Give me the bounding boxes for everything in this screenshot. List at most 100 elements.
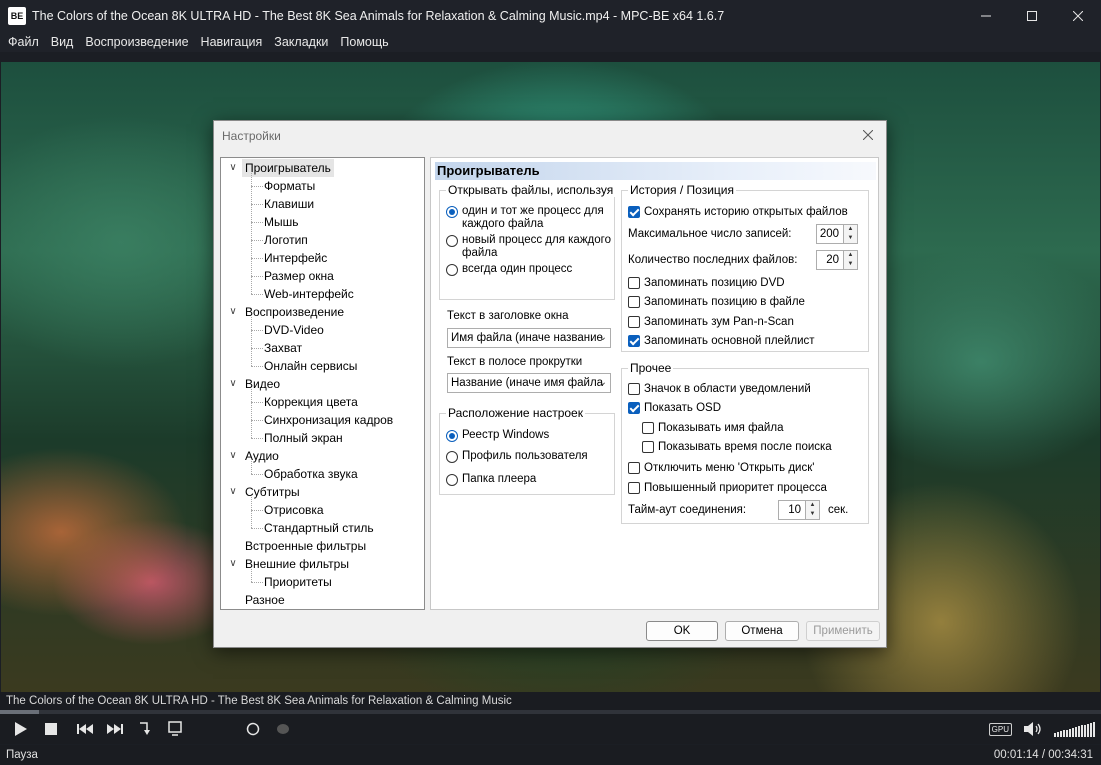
dialog-close-button[interactable]: [858, 125, 878, 145]
high-priority-checkbox[interactable]: Повышенный приоритет процесса: [628, 482, 827, 494]
remember-dvd-checkbox[interactable]: Запоминать позицию DVD: [628, 277, 785, 289]
chevron-down-icon[interactable]: ∨: [227, 159, 239, 177]
registry-radio[interactable]: Реестр Windows: [446, 429, 549, 442]
max-records-spinner[interactable]: 200 ▲ ▼: [816, 224, 858, 244]
tree-item[interactable]: Синхронизация кадров: [261, 411, 396, 429]
tree-item[interactable]: Воспроизведение: [242, 303, 347, 321]
settings-tree: Проигрыватель ∨ Форматы Клавиши Мышь Логотип И…: [220, 157, 425, 610]
open-subtitle-button[interactable]: [160, 716, 190, 742]
next-button[interactable]: [100, 716, 130, 742]
checkbox-label: Запоминать позицию DVD: [644, 277, 785, 289]
tree-item[interactable]: Видео: [242, 375, 283, 393]
menu-file[interactable]: Файл: [2, 35, 45, 49]
menu-help[interactable]: Помощь: [334, 35, 394, 49]
search-button[interactable]: [238, 716, 268, 742]
tree-item[interactable]: Форматы: [261, 177, 318, 195]
recent-files-spinner[interactable]: 20 ▲ ▼: [816, 250, 858, 270]
window-title-select[interactable]: Имя файла (иначе название ⌄: [447, 328, 611, 348]
minimize-button[interactable]: [963, 0, 1009, 32]
tray-icon-checkbox[interactable]: Значок в области уведомлений: [628, 383, 811, 395]
volume-slider[interactable]: [1054, 721, 1095, 737]
tree-item[interactable]: Web-интерфейс: [261, 285, 357, 303]
tree-item[interactable]: Логотип: [261, 231, 311, 249]
playing-filename: The Colors of the Ocean 8K ULTRA HD - Th…: [0, 692, 1101, 710]
volume-button[interactable]: [1018, 716, 1048, 742]
tree-item[interactable]: Размер окна: [261, 267, 337, 285]
chat-button[interactable]: [268, 716, 298, 742]
previous-button[interactable]: [70, 716, 100, 742]
spinner-arrows[interactable]: ▲ ▼: [844, 250, 858, 270]
chevron-up-icon: ▲: [847, 226, 854, 232]
tree-item[interactable]: Онлайн сервисы: [261, 357, 360, 375]
playback-status: Пауза: [6, 749, 38, 761]
seekbar-text-select[interactable]: Название (иначе имя файла ⌄: [447, 373, 611, 393]
tree-item[interactable]: Разное: [242, 591, 288, 609]
ok-button[interactable]: OK: [646, 621, 718, 641]
menu-navigation[interactable]: Навигация: [195, 35, 269, 49]
tree-item[interactable]: Встроенные фильтры: [242, 537, 369, 555]
always-one-process-radio[interactable]: всегда один процесс: [446, 263, 612, 276]
remember-file-position-checkbox[interactable]: Запоминать позицию в файле: [628, 296, 805, 308]
tree-item[interactable]: Мышь: [261, 213, 302, 231]
close-button[interactable]: [1055, 0, 1101, 32]
player-folder-radio[interactable]: Папка плеера: [446, 473, 536, 486]
tree-item-label: Форматы: [264, 179, 316, 193]
tree-connector: [251, 389, 252, 438]
tree-item[interactable]: Обработка звука: [261, 465, 361, 483]
tree-item[interactable]: Клавиши: [261, 195, 317, 213]
tree-item-label: Онлайн сервисы: [264, 359, 358, 373]
spinner-arrows[interactable]: ▲ ▼: [806, 500, 820, 520]
open-new-process-radio[interactable]: новый процесс для каждого файла: [446, 234, 612, 260]
timeout-unit: сек.: [828, 504, 849, 516]
menu-playback[interactable]: Воспроизведение: [79, 35, 194, 49]
radio-label: Профиль пользователя: [462, 450, 588, 462]
tree-item[interactable]: Приоритеты: [261, 573, 335, 591]
tree-item[interactable]: Проигрыватель: [242, 159, 334, 177]
tree-item-label: Воспроизведение: [245, 305, 345, 319]
tree-item[interactable]: DVD-Video: [261, 321, 327, 339]
gpu-badge[interactable]: GPU: [988, 722, 1012, 736]
show-filename-checkbox[interactable]: Показывать имя файла: [642, 422, 783, 434]
tree-item[interactable]: Аудио: [242, 447, 282, 465]
open-same-process-radio[interactable]: один и тот же процесс для каждого файла: [446, 205, 612, 231]
user-profile-radio[interactable]: Профиль пользователя: [446, 450, 588, 463]
tree-item[interactable]: Внешние фильтры: [242, 555, 352, 573]
menu-view[interactable]: Вид: [45, 35, 80, 49]
tree-item-label: Синхронизация кадров: [264, 413, 394, 427]
close-icon: [1073, 11, 1083, 21]
volume-bar: [1084, 724, 1086, 737]
tree-item[interactable]: Коррекция цвета: [261, 393, 361, 411]
stop-button[interactable]: [36, 716, 66, 742]
chevron-down-icon[interactable]: ∨: [227, 447, 239, 465]
chat-icon: [277, 724, 289, 734]
show-osd-checkbox[interactable]: Показать OSD: [628, 402, 721, 414]
recent-files-label: Количество последних файлов:: [628, 254, 798, 266]
chevron-down-icon[interactable]: ∨: [227, 303, 239, 321]
show-time-after-seek-checkbox[interactable]: Показывать время после поиска: [642, 441, 832, 453]
cancel-button[interactable]: Отмена: [725, 621, 799, 641]
tree-item-label: Стандартный стиль: [264, 521, 374, 535]
maximize-button[interactable]: [1009, 0, 1055, 32]
chevron-down-icon[interactable]: ∨: [227, 555, 239, 573]
chevron-down-icon[interactable]: ∨: [227, 483, 239, 501]
open-files-legend: Открывать файлы, используя: [446, 183, 616, 197]
tree-item[interactable]: Стандартный стиль: [261, 519, 377, 537]
chevron-down-icon[interactable]: ∨: [227, 375, 239, 393]
frame-step-button[interactable]: [130, 716, 160, 742]
save-history-checkbox[interactable]: Сохранять историю открытых файлов: [628, 206, 848, 218]
checkbox-label: Повышенный приоритет процесса: [644, 482, 827, 494]
play-button[interactable]: [6, 716, 36, 742]
tree-item[interactable]: Полный экран: [261, 429, 346, 447]
timeout-spinner[interactable]: 10 ▲ ▼: [778, 500, 820, 520]
remember-playlist-checkbox[interactable]: Запоминать основной плейлист: [628, 335, 815, 347]
tree-item[interactable]: Захват: [261, 339, 305, 357]
tree-item[interactable]: Отрисовка: [261, 501, 327, 519]
spinner-arrows[interactable]: ▲ ▼: [844, 224, 858, 244]
menu-bookmarks[interactable]: Закладки: [268, 35, 334, 49]
tree-item[interactable]: Интерфейс: [261, 249, 330, 267]
tree-connector: [251, 510, 263, 511]
apply-button[interactable]: Применить: [806, 621, 880, 641]
disable-open-disc-checkbox[interactable]: Отключить меню 'Открыть диск': [628, 462, 814, 474]
chevron-down-icon: ▼: [809, 511, 816, 517]
remember-zoom-checkbox[interactable]: Запоминать зум Pan-n-Scan: [628, 316, 794, 328]
